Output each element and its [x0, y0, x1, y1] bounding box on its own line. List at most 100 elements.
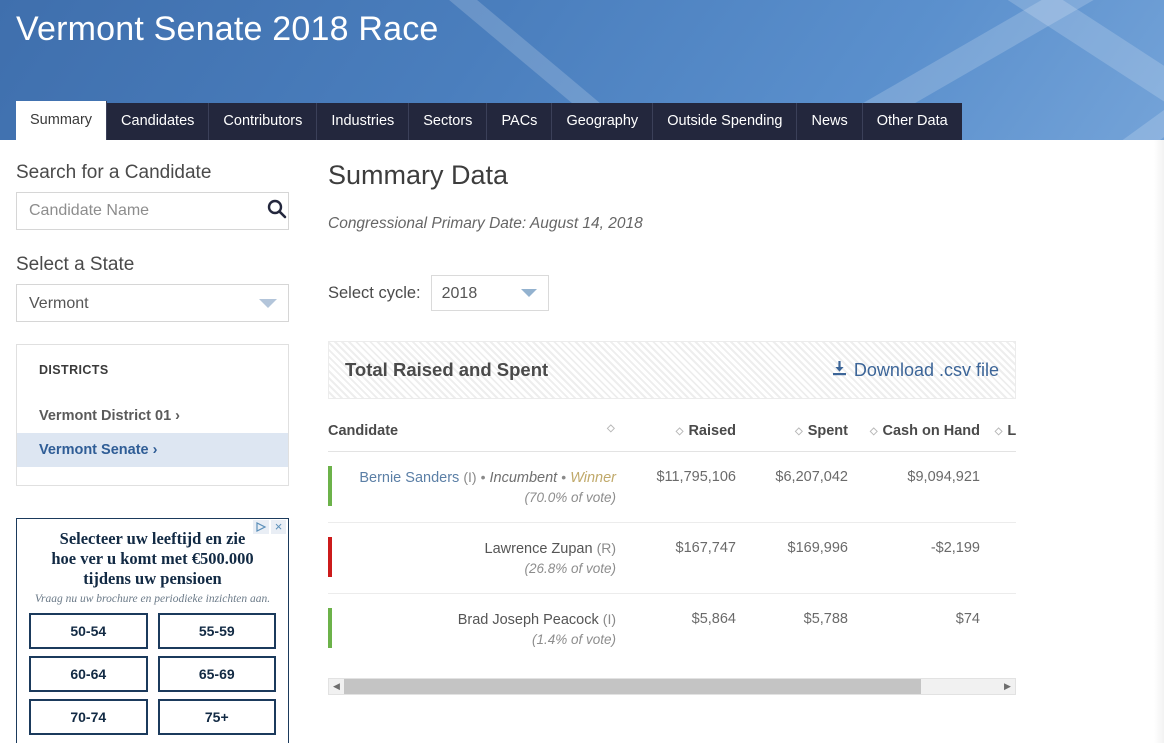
districts-list: Vermont District 01 ›Vermont Senate › — [17, 399, 288, 467]
scroll-right-arrow-icon[interactable]: ▶ — [1000, 679, 1015, 694]
search-input[interactable] — [16, 192, 289, 230]
page-banner: Vermont Senate 2018 Race SummaryCandidat… — [0, 0, 1164, 140]
scroll-left-arrow-icon[interactable]: ◀ — [329, 679, 344, 694]
col-header-spent[interactable]: ◇ Spent — [736, 423, 848, 452]
ad-age-button-2[interactable]: 60-64 — [29, 656, 148, 692]
col-header-raised[interactable]: ◇Raised — [616, 423, 736, 452]
advertisement[interactable]: × Selecteer uw leeftijd en zie hoe ver u… — [16, 518, 289, 743]
col-header-cash-on-hand[interactable]: ◇ Cash on Hand — [848, 423, 980, 452]
download-csv-label: Download .csv file — [854, 360, 999, 381]
cycle-selector-row: Select cycle: 2018 — [328, 275, 1164, 311]
panel-title: Total Raised and Spent — [345, 359, 548, 381]
sort-toggle-icon[interactable]: ◇ — [869, 426, 878, 437]
table-header-row: Candidate◇◇Raised◇Spent◇Cash on Hand◇Las… — [328, 423, 1016, 452]
candidate-name-link[interactable]: Lawrence Zupan — [485, 541, 593, 557]
state-select-wrap: Vermont — [16, 284, 289, 322]
tab-geography[interactable]: Geography — [552, 103, 653, 140]
districts-panel: DISTRICTS Vermont District 01 ›Vermont S… — [16, 344, 289, 486]
ad-headline-line3: tijdens uw pensioen — [83, 569, 221, 588]
last-report-cell: 12/31/2018 — [980, 523, 1016, 594]
tab-pacs[interactable]: PACs — [487, 103, 552, 140]
sort-toggle-icon[interactable]: ◇ — [674, 426, 683, 437]
candidate-cell: Bernie Sanders (I) • Incumbent • Winner(… — [328, 452, 616, 523]
raised-cell: $11,795,106 — [616, 452, 736, 523]
page-title: Vermont Senate 2018 Race — [16, 10, 439, 49]
tab-industries[interactable]: Industries — [317, 103, 409, 140]
table-row: Lawrence Zupan (R)(26.8% of vote)$167,74… — [328, 523, 1016, 594]
table-row: Brad Joseph Peacock (I)(1.4% of vote)$5,… — [328, 594, 1016, 665]
tab-outside-spending[interactable]: Outside Spending — [653, 103, 797, 140]
col-header-last-report[interactable]: ◇ Last Report — [980, 423, 1016, 452]
cash-on-hand-cell: -$2,199 — [848, 523, 980, 594]
ad-badges: × — [253, 520, 286, 534]
party-color-bar — [328, 608, 332, 648]
cycle-select[interactable]: 2018 — [431, 275, 549, 311]
ad-headline-amount: €500.000 — [192, 549, 254, 568]
tab-summary[interactable]: Summary — [16, 101, 107, 140]
download-csv-link[interactable]: Download .csv file — [832, 360, 999, 381]
tab-candidates[interactable]: Candidates — [107, 103, 209, 140]
adchoices-icon[interactable] — [253, 520, 269, 534]
ad-age-button-0[interactable]: 50-54 — [29, 613, 148, 649]
main-tab-bar: SummaryCandidatesContributorsIndustriesS… — [16, 101, 962, 140]
tab-sectors[interactable]: Sectors — [409, 103, 487, 140]
summary-table-clip: Candidate◇◇Raised◇Spent◇Cash on Hand◇Las… — [328, 423, 1016, 664]
incumbent-badge: Incumbent — [490, 470, 558, 486]
summary-table-head: Candidate◇◇Raised◇Spent◇Cash on Hand◇Las… — [328, 423, 1016, 452]
download-icon — [832, 360, 847, 381]
candidate-cell: Lawrence Zupan (R)(26.8% of vote) — [328, 523, 616, 594]
district-item-1[interactable]: Vermont Senate › — [17, 433, 288, 467]
summary-table: Candidate◇◇Raised◇Spent◇Cash on Hand◇Las… — [328, 423, 1016, 664]
candidate-name-link[interactable]: Bernie Sanders — [359, 470, 459, 486]
candidate-name-link[interactable]: Brad Joseph Peacock — [458, 612, 599, 628]
sort-toggle-icon[interactable]: ◇ — [993, 426, 1002, 437]
cash-on-hand-cell: $9,094,921 — [848, 452, 980, 523]
ad-headline-line1: Selecteer uw leeftijd en zie — [60, 529, 246, 548]
col-header-label: Spent — [808, 423, 848, 439]
main-panel: Summary Data Congressional Primary Date:… — [306, 140, 1164, 743]
district-item-0[interactable]: Vermont District 01 › — [17, 399, 288, 433]
col-header-label: Candidate — [328, 423, 398, 439]
spent-cell: $169,996 — [736, 523, 848, 594]
tab-other-data[interactable]: Other Data — [863, 103, 962, 140]
ad-age-button-1[interactable]: 55-59 — [158, 613, 277, 649]
state-select[interactable]: Vermont — [16, 284, 289, 322]
tab-contributors[interactable]: Contributors — [209, 103, 317, 140]
horizontal-scrollbar[interactable]: ◀ ▶ — [328, 678, 1016, 695]
sort-toggle-icon[interactable]: ◇ — [794, 426, 803, 437]
ad-button-grid: 50-54 55-59 60-64 65-69 70-74 75+ — [25, 613, 280, 735]
last-report-cell: 11/26/2018 — [980, 594, 1016, 665]
ad-age-button-4[interactable]: 70-74 — [29, 699, 148, 735]
ad-age-button-5[interactable]: 75+ — [158, 699, 277, 735]
col-header-label: Last Report — [1007, 423, 1016, 439]
party-color-bar — [328, 466, 332, 506]
close-icon[interactable]: × — [271, 520, 286, 534]
meta-separator: • — [561, 469, 566, 485]
ad-headline-line2-pre: hoe ver u komt met — [51, 549, 191, 568]
scrollbar-thumb[interactable] — [344, 679, 921, 694]
table-row: Bernie Sanders (I) • Incumbent • Winner(… — [328, 452, 1016, 523]
cash-on-hand-cell: $74 — [848, 594, 980, 665]
col-header-candidate[interactable]: Candidate ◇ — [328, 423, 616, 452]
page-content: Search for a Candidate Select a State Ve… — [0, 140, 1164, 743]
scrollbar-track[interactable] — [344, 679, 1000, 694]
summary-data-title: Summary Data — [328, 160, 1164, 191]
search-icon[interactable] — [266, 198, 288, 220]
ad-age-button-3[interactable]: 65-69 — [158, 656, 277, 692]
spent-cell: $6,207,042 — [736, 452, 848, 523]
candidate-cell: Brad Joseph Peacock (I)(1.4% of vote) — [328, 594, 616, 665]
page-root: Vermont Senate 2018 Race SummaryCandidat… — [0, 0, 1164, 743]
meta-separator: • — [481, 469, 486, 485]
col-header-label: Cash on Hand — [883, 423, 980, 439]
cycle-label: Select cycle: — [328, 284, 421, 303]
select-state-label: Select a State — [16, 254, 290, 276]
districts-heading: DISTRICTS — [17, 363, 288, 377]
candidate-party: (R) — [597, 540, 616, 556]
candidate-party: (I) — [603, 611, 616, 627]
sort-toggle-icon[interactable]: ◇ — [607, 423, 616, 434]
raised-cell: $167,747 — [616, 523, 736, 594]
cycle-select-wrap: 2018 — [431, 275, 549, 311]
primary-date-subtitle: Congressional Primary Date: August 14, 2… — [328, 215, 1164, 233]
tab-news[interactable]: News — [797, 103, 862, 140]
summary-table-body: Bernie Sanders (I) • Incumbent • Winner(… — [328, 452, 1016, 665]
